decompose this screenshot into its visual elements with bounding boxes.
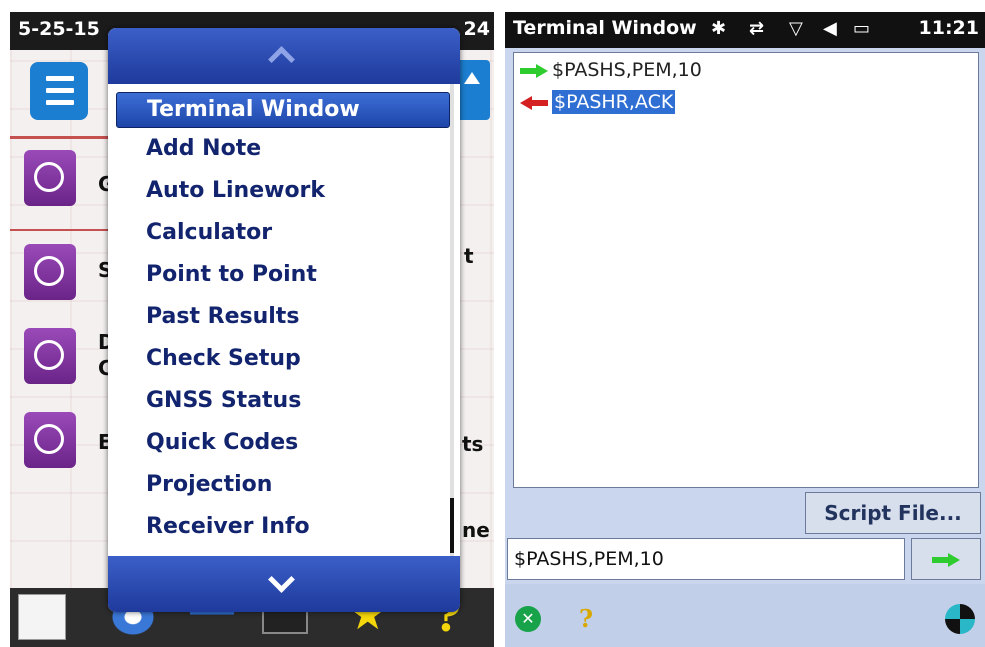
divider bbox=[10, 229, 110, 231]
no-signal-icon[interactable]: ▽ bbox=[789, 18, 803, 39]
help-icon[interactable]: ? bbox=[579, 604, 593, 633]
divider bbox=[10, 136, 110, 139]
background-label: ne bbox=[462, 518, 490, 542]
list-menu-icon[interactable] bbox=[30, 62, 88, 120]
menu-item[interactable]: Past Results bbox=[108, 296, 460, 338]
menu-scrollbar[interactable] bbox=[450, 84, 454, 556]
bottom-tray: ✕ ? bbox=[505, 584, 985, 647]
status-bar: Terminal Window ✱ ⇄ ▽ ◀ ▭ 11:21 bbox=[505, 12, 985, 48]
send-button[interactable] bbox=[911, 538, 981, 580]
bluetooth-icon[interactable]: ✱ bbox=[711, 18, 726, 39]
gnss-radar-icon[interactable] bbox=[24, 150, 76, 206]
shortcut-menu-popup: Terminal Window Add Note Auto Linework Calc… bbox=[108, 28, 460, 612]
map-view-icon[interactable] bbox=[18, 594, 66, 640]
linework-icon[interactable] bbox=[24, 328, 76, 384]
left-device-screen: 5-25-15 24 G S t D C E ts ne ★ ? Termina… bbox=[10, 12, 494, 647]
menu-item[interactable]: Terminal Window bbox=[116, 92, 450, 128]
menu-item[interactable]: Add Note bbox=[108, 128, 460, 170]
status-date: 5-25-15 bbox=[18, 18, 100, 40]
menu-item[interactable]: Check Setup bbox=[108, 338, 460, 380]
stakeout-icon[interactable] bbox=[24, 412, 76, 468]
status-clock: 11:21 bbox=[918, 17, 979, 39]
background-label: ts bbox=[462, 432, 484, 456]
menu-item[interactable]: GNSS Status bbox=[108, 380, 460, 422]
status-time: 24 bbox=[463, 18, 490, 40]
menu-list: Terminal Window Add Note Auto Linework Calc… bbox=[108, 84, 460, 556]
menu-item[interactable]: Calculator bbox=[108, 212, 460, 254]
battery-icon[interactable]: ▭ bbox=[853, 18, 870, 39]
terminal-line: $PASHS,PEM,10 bbox=[520, 59, 702, 85]
terminal-line-text: $PASHS,PEM,10 bbox=[552, 59, 702, 81]
terminal-line-text: $PASHR,ACK bbox=[552, 90, 676, 114]
menu-item[interactable]: Projection bbox=[108, 464, 460, 506]
received-arrow-icon bbox=[520, 95, 550, 110]
window-title: Terminal Window bbox=[513, 17, 697, 39]
busy-indicator-icon bbox=[945, 604, 975, 634]
menu-item[interactable]: Auto Linework bbox=[108, 170, 460, 212]
menu-item[interactable]: Point to Point bbox=[108, 254, 460, 296]
survey-pole-icon[interactable] bbox=[24, 244, 76, 300]
terminal-output[interactable]: $PASHS,PEM,10 $PASHR,ACK bbox=[513, 52, 979, 488]
menu-item[interactable]: Quick Codes bbox=[108, 422, 460, 464]
volume-icon[interactable]: ◀ bbox=[823, 18, 837, 39]
send-arrow-icon bbox=[932, 553, 962, 567]
script-file-button[interactable]: Script File... bbox=[805, 492, 981, 534]
command-input[interactable]: $PASHS,PEM,10 bbox=[507, 538, 905, 580]
menu-scrollbar-thumb[interactable] bbox=[450, 498, 454, 553]
scroll-up-button[interactable] bbox=[108, 28, 460, 84]
close-icon[interactable]: ✕ bbox=[515, 606, 541, 632]
background-label: t bbox=[464, 244, 474, 268]
scroll-down-button[interactable] bbox=[108, 556, 460, 612]
command-input-value: $PASHS,PEM,10 bbox=[514, 548, 664, 570]
sync-arrows-icon[interactable]: ⇄ bbox=[749, 18, 764, 39]
sent-arrow-icon bbox=[520, 63, 550, 78]
right-device-screen: Terminal Window ✱ ⇄ ▽ ◀ ▭ 11:21 $PASHS,P… bbox=[505, 12, 985, 647]
terminal-line: $PASHR,ACK bbox=[520, 90, 676, 117]
menu-item[interactable]: Receiver Info bbox=[108, 506, 460, 548]
